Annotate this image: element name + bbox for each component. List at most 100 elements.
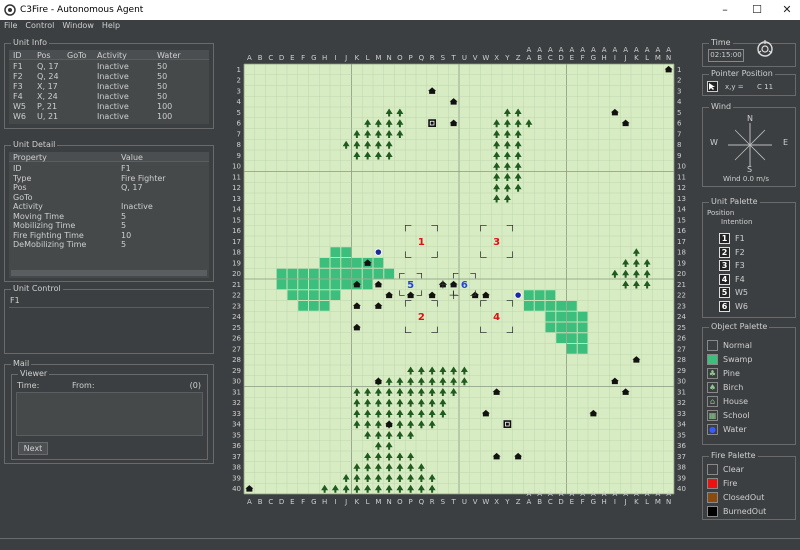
fire-fighter-unit[interactable]: 2 — [418, 312, 425, 323]
table-row[interactable]: Fire Fighting Time 10 — [9, 230, 209, 240]
table-cell: X, 24 — [37, 92, 58, 101]
menu-bar: File Control Window Help — [0, 20, 800, 32]
col-value[interactable]: Value — [121, 153, 143, 162]
menu-file[interactable]: File — [0, 20, 21, 32]
row-label-right: 35 — [677, 431, 686, 439]
col-label-top: E — [290, 54, 294, 62]
fire-palette-label: Fire — [723, 479, 738, 488]
row-label-right: 17 — [677, 238, 686, 246]
row-label-right: 39 — [677, 474, 686, 482]
table-row[interactable]: Type Fire Fighter — [9, 173, 209, 183]
unit-number-badge: 6 — [719, 300, 730, 312]
fire-fighter-unit[interactable]: 4 — [493, 312, 500, 323]
table-row[interactable]: Pos Q, 17 — [9, 182, 209, 192]
swamp-cell — [341, 268, 351, 279]
col-water[interactable]: Water — [157, 51, 181, 60]
col-label-top: O — [397, 54, 403, 62]
col-label-top: L — [645, 54, 649, 62]
swamp-cell — [545, 301, 556, 311]
col-label-top: R — [430, 54, 435, 62]
table-cell: 100 — [157, 102, 173, 111]
col-label-bottom: F — [581, 498, 585, 506]
table-row[interactable]: Activity Inactive — [9, 201, 209, 211]
swamp-cell — [373, 258, 384, 268]
intention-label: Intention — [721, 218, 753, 226]
col-label-top: M — [375, 54, 381, 62]
swamp-cell — [545, 311, 556, 322]
col-id[interactable]: ID — [13, 51, 22, 60]
water-truck-unit[interactable]: 5 — [407, 280, 414, 291]
pointer-panel: Pointer Position x,y = C 11 — [702, 69, 796, 96]
unit-detail-table[interactable]: Property Value ID F1 Type Fire Fighter Pos Q,… — [9, 152, 209, 278]
col-label-top: A — [602, 46, 607, 54]
row-label-right: 25 — [677, 324, 686, 332]
col-label-top: A — [526, 46, 531, 54]
water-truck-unit[interactable]: 6 — [461, 280, 468, 291]
table-cell: F4 — [13, 92, 23, 101]
swamp-cell — [545, 322, 556, 333]
fire-palette-panel: Fire Palette Clear Fire ClosedOut BurnedOut — [702, 451, 796, 520]
fire-fighter-unit[interactable]: 1 — [418, 237, 425, 248]
swamp-cell — [276, 268, 287, 279]
col-pos[interactable]: Pos — [37, 51, 51, 60]
row-label-left: 18 — [232, 249, 241, 257]
col-label-bottom: E — [570, 498, 574, 506]
menu-window[interactable]: Window — [58, 20, 98, 32]
table-row[interactable]: F4 X, 24 Inactive 50 — [9, 91, 209, 101]
table-row[interactable]: W6 U, 21 Inactive 100 — [9, 111, 209, 121]
table-row[interactable]: Mobilizing Time 5 — [9, 220, 209, 230]
maximize-icon[interactable]: ☐ — [742, 2, 772, 18]
col-label-bottom: N — [666, 498, 671, 506]
swamp-cell — [567, 322, 577, 333]
swamp-cell — [556, 301, 566, 311]
row-label-right: 6 — [677, 120, 682, 128]
swamp-cell — [287, 268, 298, 279]
swamp-cell — [352, 258, 362, 268]
col-label-bottom: K — [634, 498, 639, 506]
row-label-left: 36 — [232, 442, 241, 450]
table-row[interactable]: F3 X, 17 Inactive 50 — [9, 81, 209, 91]
from-label: From: — [72, 381, 95, 390]
swamp-cell — [362, 268, 373, 279]
map-grid[interactable]: AABBCCDDEEFFGGHHIIJJKKLLMMNNOOPPQQRRSSTT… — [223, 37, 695, 529]
normal-icon — [707, 340, 718, 351]
horizontal-scrollbar[interactable] — [11, 270, 207, 276]
unit-control-value[interactable]: F1 — [10, 296, 20, 305]
menu-help[interactable]: Help — [98, 20, 124, 32]
fire-fighter-unit[interactable]: 3 — [493, 237, 500, 248]
game-map[interactable]: AABBCCDDEEFFGGHHIIJJKKLLMMNNOOPPQQRRSSTT… — [223, 37, 695, 529]
menu-control[interactable]: Control — [21, 20, 58, 32]
table-row[interactable]: F1 Q, 17 Inactive 50 — [9, 61, 209, 71]
fire-palette-title: Fire Palette — [709, 451, 758, 460]
table-row[interactable]: F2 Q, 24 Inactive 50 — [9, 71, 209, 81]
pointer-icon — [707, 81, 718, 92]
table-row[interactable]: W5 P, 21 Inactive 100 — [9, 101, 209, 111]
table-row[interactable]: ID F1 — [9, 163, 209, 173]
row-label-left: 29 — [232, 367, 241, 375]
unit-info-table[interactable]: ID Pos GoTo Activity Water F1 Q, 17 Inacti… — [9, 50, 209, 124]
row-label-left: 3 — [237, 87, 241, 95]
col-label-top: A — [569, 46, 574, 54]
table-row[interactable]: Moving Time 5 — [9, 211, 209, 221]
col-label-bottom: O — [397, 498, 403, 506]
row-label-right: 9 — [677, 152, 681, 160]
unit-control-panel: Unit Control F1 — [4, 284, 214, 354]
mail-message-area[interactable] — [16, 392, 203, 436]
row-label-left: 34 — [232, 421, 241, 429]
swamp-cell — [298, 290, 308, 300]
col-activity[interactable]: Activity — [97, 51, 127, 60]
col-goto[interactable]: GoTo — [67, 51, 87, 60]
col-label-bottom: Z — [516, 498, 521, 506]
table-row[interactable]: GoTo — [9, 192, 209, 202]
col-label-bottom: H — [601, 498, 606, 506]
next-button[interactable]: Next — [18, 442, 48, 455]
minimize-icon[interactable]: – — [710, 2, 740, 18]
col-label-top: H — [322, 54, 327, 62]
swamp-cell — [330, 247, 341, 257]
table-row[interactable]: DeMobilizing Time 5 — [9, 239, 209, 249]
row-label-left: 33 — [232, 410, 241, 418]
col-property[interactable]: Property — [13, 153, 47, 162]
col-label-top: K — [355, 54, 360, 62]
close-icon[interactable]: ✕ — [772, 2, 800, 18]
row-label-left: 1 — [237, 66, 241, 74]
